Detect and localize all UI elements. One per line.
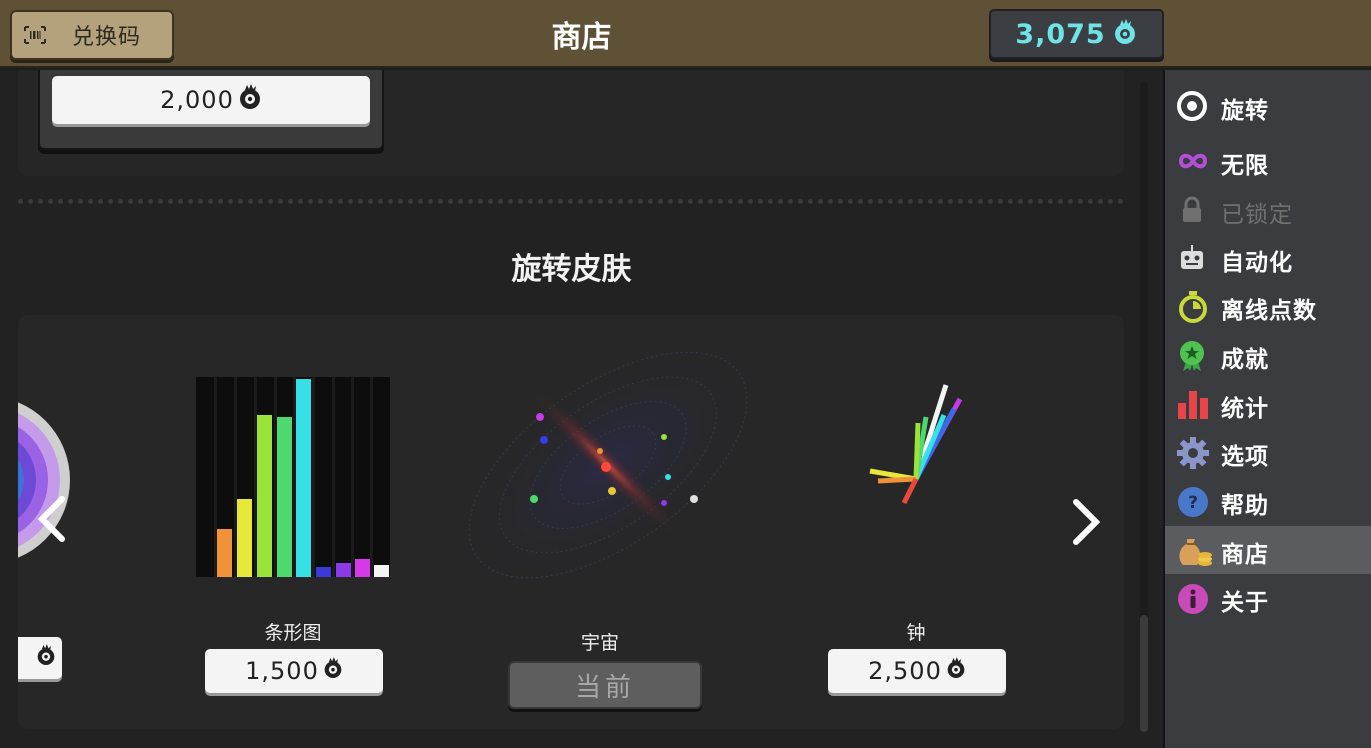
spin-point-icon bbox=[946, 657, 966, 685]
sidebar-nav: 旋转 无限 已锁定 自动化 离线点数 成就 统计 选项 ? 帮助 商店 关于 bbox=[1163, 70, 1371, 748]
sidebar-item-offline-points[interactable]: 离线点数 bbox=[1165, 282, 1371, 330]
skin-name: 钟 bbox=[906, 622, 926, 644]
skin-name: 条形图 bbox=[264, 622, 322, 644]
svg-text:?: ? bbox=[1188, 493, 1198, 513]
skin-preview-cosmos[interactable] bbox=[438, 325, 798, 599]
scrollbar-thumb[interactable] bbox=[1140, 615, 1148, 732]
bar-chart-icon bbox=[1177, 389, 1208, 419]
sidebar-item-spin[interactable]: 旋转 bbox=[1165, 82, 1371, 130]
balance-value: 3,075 bbox=[1015, 18, 1106, 50]
robot-icon bbox=[1177, 243, 1207, 273]
skin-preview-bar-chart[interactable] bbox=[196, 377, 390, 577]
shop-content[interactable]: 2,000 旋转皮肤 条形图 1,500 宇宙 当前 钟 2,500 bbox=[0, 70, 1163, 748]
buy-button[interactable]: 1,500 bbox=[205, 649, 383, 693]
section-divider bbox=[18, 199, 1124, 204]
sidebar-item-options[interactable]: 选项 bbox=[1165, 428, 1371, 476]
price-value: 2,500 bbox=[868, 657, 942, 685]
sidebar-item-locked[interactable]: 已锁定 bbox=[1165, 186, 1371, 234]
skin-name: 宇宙 bbox=[580, 632, 619, 654]
section-title: 旋转皮肤 bbox=[511, 252, 632, 287]
spinner-skins-carousel[interactable]: 条形图 1,500 宇宙 当前 钟 2,500 bbox=[18, 315, 1124, 729]
sidebar-item-automation[interactable]: 自动化 bbox=[1165, 234, 1371, 282]
skin-preview-clock[interactable] bbox=[856, 377, 976, 517]
target-icon bbox=[1177, 91, 1207, 121]
spin-point-icon bbox=[323, 657, 343, 685]
sidebar-item-achievements[interactable]: 成就 bbox=[1165, 331, 1371, 379]
sidebar-item-label: 旋转 bbox=[1221, 98, 1269, 124]
previous-item-card: 2,000 bbox=[38, 70, 384, 150]
sidebar-item-label: 帮助 bbox=[1221, 493, 1269, 519]
sidebar-item-help[interactable]: ? 帮助 bbox=[1165, 477, 1371, 525]
help-icon: ? bbox=[1177, 486, 1208, 517]
carousel-prev-button[interactable] bbox=[34, 495, 68, 552]
stopwatch-icon bbox=[1177, 291, 1207, 323]
spin-point-icon bbox=[238, 84, 262, 116]
buy-button[interactable]: 2,500 bbox=[828, 649, 1006, 693]
sidebar-item-label: 自动化 bbox=[1221, 250, 1293, 276]
sidebar-item-label: 成就 bbox=[1221, 347, 1269, 373]
money-bag-icon bbox=[1177, 535, 1212, 566]
price-value: 1,500 bbox=[245, 657, 319, 685]
sidebar-item-label: 关于 bbox=[1221, 590, 1269, 616]
spin-point-icon bbox=[1112, 19, 1138, 49]
medal-icon bbox=[1177, 340, 1207, 371]
info-icon bbox=[1177, 583, 1208, 614]
buy-button[interactable] bbox=[18, 637, 62, 679]
current-skin-button[interactable]: 当前 bbox=[508, 661, 702, 709]
sidebar-item-label: 已锁定 bbox=[1221, 202, 1293, 228]
sidebar-item-label: 商店 bbox=[1221, 542, 1269, 568]
spin-point-icon bbox=[36, 644, 56, 672]
sidebar-item-about[interactable]: 关于 bbox=[1165, 574, 1371, 622]
sidebar-item-shop[interactable]: 商店 bbox=[1165, 526, 1371, 574]
lock-icon bbox=[1177, 195, 1207, 225]
carousel-next-button[interactable] bbox=[1070, 498, 1104, 555]
sidebar-item-label: 无限 bbox=[1221, 153, 1269, 179]
top-bar: 兑换码 商店 3,075 bbox=[0, 0, 1371, 68]
currency-balance: 3,075 bbox=[989, 9, 1164, 59]
gear-icon bbox=[1177, 437, 1209, 469]
sidebar-item-infinite[interactable]: 无限 bbox=[1165, 137, 1371, 185]
price-value: 2,000 bbox=[160, 86, 234, 114]
sidebar-item-statistics[interactable]: 统计 bbox=[1165, 380, 1371, 428]
sidebar-item-label: 离线点数 bbox=[1221, 298, 1317, 324]
infinity-icon bbox=[1177, 146, 1208, 176]
buy-button[interactable]: 2,000 bbox=[52, 76, 370, 124]
sidebar-item-label: 统计 bbox=[1221, 396, 1269, 422]
sidebar-item-label: 选项 bbox=[1221, 444, 1269, 470]
